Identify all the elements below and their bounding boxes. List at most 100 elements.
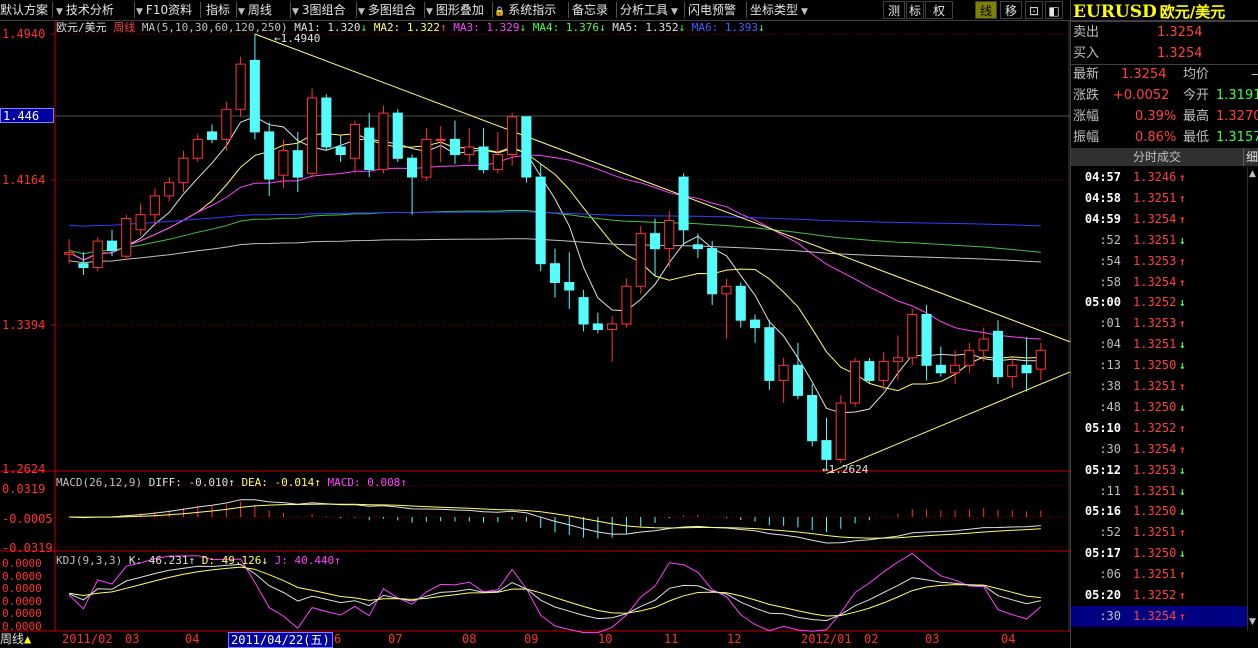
period-corner-label[interactable]: 周线▲ xyxy=(0,631,31,648)
tick-row[interactable]: 05:16 1.3250 ↓ xyxy=(1071,501,1258,522)
tick-row[interactable]: 05:17 1.3250 ↓ xyxy=(1071,543,1258,564)
kdj-d-line xyxy=(69,566,1041,617)
measure-button[interactable]: 测 xyxy=(883,1,905,19)
line-button[interactable]: 线 xyxy=(975,1,997,19)
tick-row[interactable]: 05:12 1.3253 ↓ xyxy=(1071,460,1258,481)
candle-up xyxy=(64,251,75,255)
candle-down xyxy=(764,327,775,381)
tick-price: 1.3253 xyxy=(1133,253,1177,268)
toolbar-item-3-chart[interactable]: ▼ 3图组合 xyxy=(292,0,346,20)
tick-row[interactable]: :52 1.3251 ↓ xyxy=(1071,230,1258,251)
cursor-date-label: 2011/04/22(五) xyxy=(228,632,333,648)
sell-label: 卖出 xyxy=(1073,25,1100,40)
tick-row[interactable]: :01 1.3253 ↑ xyxy=(1071,313,1258,334)
open-price: 1.3191 xyxy=(1216,88,1258,103)
tick-row[interactable]: :58 1.3254 ↑ xyxy=(1071,272,1258,293)
tick-row[interactable]: :04 1.3251 ↓ xyxy=(1071,334,1258,355)
tick-time: :52 xyxy=(1099,525,1121,540)
tick-price: 1.3253 xyxy=(1133,462,1177,477)
tick-row[interactable]: 04:58 1.3251 ↑ xyxy=(1071,188,1258,209)
toolbar-item-flash-alert[interactable]: 闪电预警 xyxy=(688,0,736,20)
tick-time: :48 xyxy=(1099,399,1121,414)
scroll-up-icon[interactable]: ▲ xyxy=(1249,169,1256,179)
panel-toggle-icon[interactable]: ◧ xyxy=(1045,1,1063,19)
candle-down xyxy=(578,297,589,325)
tick-row[interactable]: 05:20 1.3252 ↑ xyxy=(1071,585,1258,606)
chart-period: 周线 xyxy=(113,21,136,34)
toolbar-item-axis-type[interactable]: 坐标类型 ▼ xyxy=(750,0,811,20)
tick-row[interactable]: 04:59 1.3254 ↑ xyxy=(1071,209,1258,230)
arrow-up-icon: ↑ xyxy=(1179,254,1186,268)
tick-time: :11 xyxy=(1099,483,1121,498)
kdj-header: KDJ(9,3,3) K: 46.231↑ D: 49.126↓ J: 40.4… xyxy=(56,554,341,567)
arrow-up-icon: ↑ xyxy=(1179,380,1186,393)
kdj-k-line xyxy=(68,563,1042,622)
tick-row[interactable]: :30 1.3254 ↑ xyxy=(1071,605,1247,627)
toolbar-item-period[interactable]: ▼ 周线 xyxy=(238,0,272,20)
tick-row[interactable]: :54 1.3253 ↑ xyxy=(1071,251,1258,272)
tick-price: 1.3250 xyxy=(1133,399,1177,414)
time-label: 09 xyxy=(524,632,539,646)
change-value: +0.0052 xyxy=(1113,88,1170,103)
candle-down xyxy=(478,146,489,171)
mark-button[interactable]: 标 xyxy=(906,1,924,19)
tick-row[interactable]: 05:10 1.3252 ↑ xyxy=(1071,418,1258,439)
move-button[interactable]: 移 xyxy=(1000,1,1022,19)
change-label: 涨跌 xyxy=(1073,88,1100,103)
candle-down xyxy=(449,138,460,156)
tick-row[interactable]: 04:57 1.3246 ↑ xyxy=(1071,167,1258,188)
scroll-down-icon[interactable]: ▼ xyxy=(1249,617,1256,627)
macd-tick: -0.0319 xyxy=(2,541,53,555)
tick-row[interactable]: :30 1.3254 ↑ xyxy=(1071,439,1258,460)
buy-label: 买入 xyxy=(1073,46,1100,61)
price-tick: 1.2624 xyxy=(2,462,46,476)
tick-row[interactable]: :11 1.3251 ↓ xyxy=(1071,481,1258,502)
window-icon[interactable]: ⊡ xyxy=(1025,1,1043,19)
tick-price: 1.3253 xyxy=(1133,316,1177,331)
toolbar-separator xyxy=(134,2,135,18)
tick-list[interactable]: 04:57 1.3246 ↑ 04:58 1.3251 ↑ 04:59 1.3254 ↑:52 1… xyxy=(1071,167,1258,631)
price-tick: 1.4164 xyxy=(2,173,46,187)
toolbar-item-overlay[interactable]: ▼ 图形叠加 xyxy=(426,0,484,20)
tick-price: 1.3251 xyxy=(1133,379,1177,393)
candle-up xyxy=(149,195,160,216)
toolbar-item-indicator[interactable]: 指标 xyxy=(206,0,230,20)
tick-row[interactable]: :13 1.3250 ↓ xyxy=(1071,355,1258,376)
toolbar-item-multi-chart[interactable]: ▼ 多图组合 xyxy=(358,0,416,20)
candle-up xyxy=(907,314,918,359)
price-tick: 1.4940 xyxy=(2,27,46,41)
tick-row[interactable]: :38 1.3251 ↑ xyxy=(1071,376,1258,397)
candle-down xyxy=(1021,364,1032,374)
dropdown-arrow-icon: ▼ xyxy=(671,7,678,17)
candle-down xyxy=(921,314,932,366)
buy-price: 1.3254 xyxy=(1157,46,1203,61)
tick-scrollbar[interactable]: ▲ ▼ xyxy=(1247,167,1258,631)
low-price: 1.3157 xyxy=(1216,130,1258,145)
candle-down xyxy=(807,395,818,442)
toolbar-item-analysis-tools[interactable]: 分析工具 ▼ xyxy=(620,0,681,20)
tick-row[interactable]: :52 1.3251 ↑ xyxy=(1071,522,1258,543)
toolbar-item-system-signal[interactable]: 🔒 系统指示 xyxy=(494,0,556,20)
toolbar-item-f10[interactable]: ▼ F10资料 xyxy=(136,0,192,20)
tick-row[interactable]: 05:00 1.3252 ↓ xyxy=(1071,292,1258,313)
tick-row[interactable]: :48 1.3250 ↓ xyxy=(1071,397,1258,418)
right-button[interactable]: 权 xyxy=(925,1,953,19)
tick-price: 1.3252 xyxy=(1133,420,1177,435)
toolbar-item-memo[interactable]: 备忘录 xyxy=(572,0,608,20)
candle-up xyxy=(164,182,175,197)
time-label: 11 xyxy=(664,632,679,646)
toolbar-separator xyxy=(236,2,237,18)
toolbar-separator xyxy=(568,2,569,18)
toolbar-separator xyxy=(746,2,747,18)
candle-down xyxy=(292,150,303,178)
tick-row[interactable]: :06 1.3251 ↑ xyxy=(1071,564,1258,585)
candle-up xyxy=(1035,349,1046,370)
tick-price: 1.3254 xyxy=(1133,441,1177,456)
candle-up xyxy=(635,233,646,287)
tick-time: 04:57 xyxy=(1084,170,1121,184)
detail-button[interactable]: 细 xyxy=(1243,148,1258,166)
arrow-down-icon: ↓ xyxy=(1179,505,1186,519)
arrow-down-icon: ↓ xyxy=(1179,400,1186,414)
toolbar-item-tech-analysis[interactable]: ▼ 技术分析 xyxy=(56,0,114,20)
toolbar-item-default-scheme[interactable]: 默认方案 xyxy=(0,0,48,20)
